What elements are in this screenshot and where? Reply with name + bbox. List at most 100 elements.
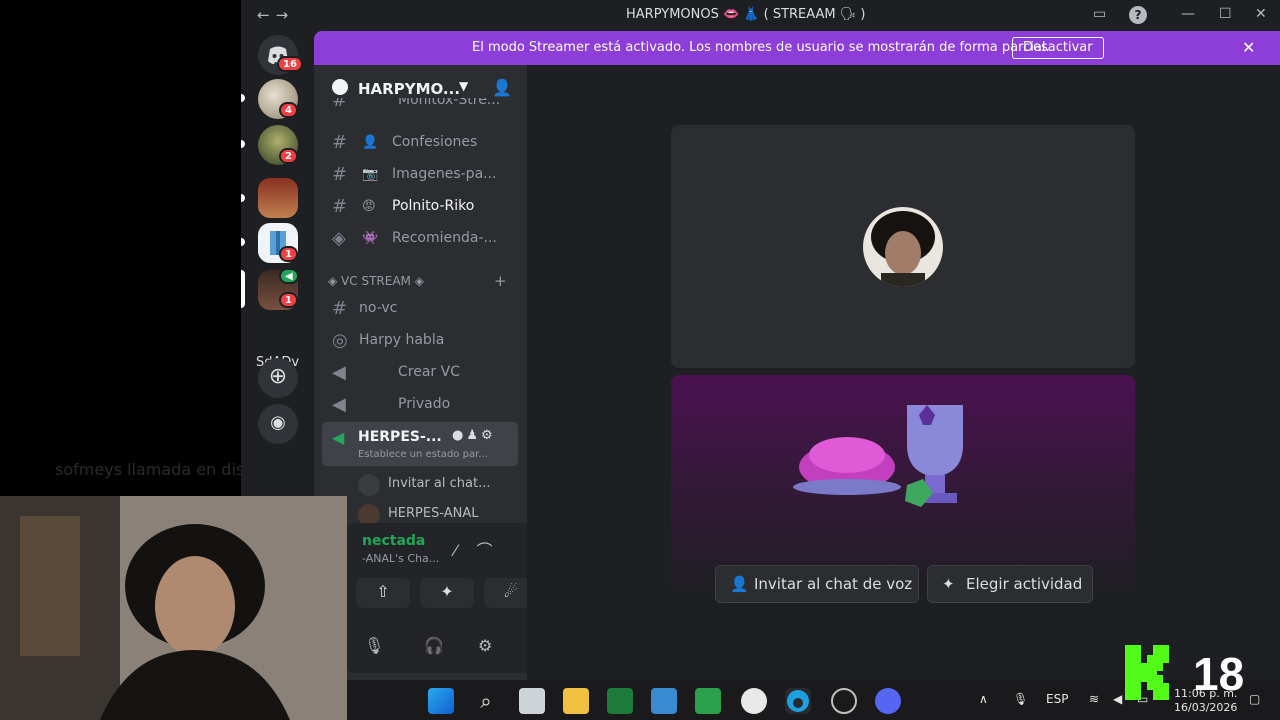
wifi-icon[interactable]: ≋ (1089, 692, 1099, 706)
choose-activity-button[interactable]: ✦ Elegir actividad (927, 565, 1093, 603)
disable-streamer-button[interactable]: Desactivar (1012, 37, 1104, 59)
discord-window: ←→ HARPYMONOS 👄 👗 ( STREAAM 🗣 ) ▭ ? — ☐ … (241, 0, 1280, 720)
server-icon-tribu[interactable] (258, 178, 298, 218)
channel-item[interactable]: ◀ Crear VC (322, 358, 518, 388)
channel-emoji: 👾 (362, 231, 379, 246)
unread-badge: 16 (277, 56, 303, 72)
voice-channel-name: -ANAL's Cha... (362, 552, 440, 565)
screen: sofmeys llamada en discord ←→ HARPYMONOS… (0, 0, 1280, 720)
activity-icon: ✦ (942, 575, 955, 593)
user-controls: 🎙 🎧 ⚙ (346, 628, 527, 672)
close-window-icon[interactable]: ✕ (1255, 6, 1267, 22)
channel-item[interactable]: # 📷 Imagenes-pa... (322, 160, 518, 190)
channel-emoji: 👤 (362, 135, 379, 150)
selected-pill (241, 270, 245, 308)
screen-share-button[interactable]: ⇧ (356, 578, 410, 608)
add-user-icon: 👤 (730, 575, 749, 593)
unread-pill (241, 140, 245, 148)
discord-taskbar-icon[interactable] (875, 688, 901, 714)
chevron-down-icon[interactable]: ▼ (459, 79, 468, 93)
hash-icon: # (332, 98, 348, 111)
channel-status: Establece un estado par... (358, 449, 488, 460)
inbox-icon[interactable]: ▭ (1093, 6, 1106, 22)
close-banner-icon[interactable]: ✕ (1242, 38, 1255, 57)
invite-voice-label: Invitar al chat de voz (754, 575, 913, 593)
channel-label: Crear VC (398, 364, 460, 380)
app-icon[interactable] (695, 688, 721, 714)
start-icon[interactable] (428, 688, 454, 714)
window-title: HARPYMONOS 👄 👗 ( STREAAM 🗣 ) (626, 7, 866, 22)
channel-item[interactable]: # no-vc (322, 294, 518, 324)
speaker-icon: ◀ (332, 394, 346, 415)
webcam-overlay (0, 496, 347, 720)
volume-icon[interactable]: ◀ (1113, 692, 1122, 706)
invite-icon (358, 474, 380, 496)
add-server-icon[interactable]: ⊕ (258, 358, 298, 398)
language-indicator[interactable]: ESP (1046, 692, 1068, 706)
app-icon[interactable] (607, 688, 633, 714)
invite-voice-button[interactable]: 👤 Invitar al chat de voz (715, 565, 919, 603)
channel-label: Polnito-Riko (392, 198, 475, 214)
search-icon[interactable]: ⌕ (473, 688, 499, 714)
channel-tools[interactable]: ●♟⚙ (452, 428, 496, 443)
unread-badge: 1 (279, 292, 298, 308)
choose-activity-label: Elegir actividad (966, 575, 1083, 593)
channel-label: Harpy habla (359, 332, 445, 348)
microphone-tray-icon[interactable]: 🎙 (1013, 692, 1028, 706)
settings-icon[interactable]: ⚙ (478, 636, 492, 655)
channel-label: Confesiones (392, 134, 478, 150)
app-icon[interactable] (831, 688, 857, 714)
channel-emoji: 📷 (362, 167, 379, 182)
channel-item[interactable]: ◎ Harpy habla (322, 326, 518, 356)
photos-icon[interactable] (651, 688, 677, 714)
hash-icon: # (332, 298, 348, 319)
unread-pill (241, 94, 245, 102)
unread-badge: 2 (279, 148, 298, 164)
voice-user-name: HERPES-ANAL (388, 506, 479, 521)
task-view-icon[interactable] (519, 688, 545, 714)
voice-controls[interactable]: ⁄⌒ (454, 537, 513, 561)
invite-people-icon[interactable]: 👤 (492, 78, 512, 97)
title-bar: ←→ HARPYMONOS 👄 👗 ( STREAAM 🗣 ) ▭ ? — ☐ … (241, 0, 1280, 30)
channel-label: HERPES-... (358, 429, 442, 445)
server-boost-icon (332, 79, 348, 95)
speaker-icon: ◀ (332, 428, 345, 447)
kick-k-icon (1125, 645, 1169, 700)
stage-icon: ◎ (332, 330, 348, 351)
help-icon[interactable]: ? (1129, 6, 1147, 24)
obs-icon[interactable] (741, 688, 767, 714)
file-explorer-icon[interactable] (563, 688, 589, 714)
nav-arrows[interactable]: ←→ (257, 6, 294, 24)
banner-message: El modo Streamer está activado. Los nomb… (472, 40, 1050, 55)
trophy-illustration (793, 405, 963, 507)
channel-label: Monitox-Stre... (398, 98, 501, 108)
headphones-icon[interactable]: 🎧 (424, 636, 444, 655)
speaker-icon: ◀ (332, 362, 346, 383)
channel-item-cut[interactable]: # Monitox-Stre... (322, 98, 518, 116)
user-tile[interactable] (671, 125, 1135, 368)
minimize-icon[interactable]: — (1181, 6, 1195, 22)
unread-pill (241, 238, 245, 246)
soundboard-button[interactable]: ☄ (484, 578, 527, 608)
hash-icon: # (332, 164, 348, 185)
webcam-image (0, 496, 347, 720)
channel-item[interactable]: ◈ 👾 Recomienda-... (322, 224, 518, 254)
channel-label: Imagenes-pa... (392, 166, 497, 182)
maximize-icon[interactable]: ☐ (1219, 6, 1232, 22)
unread-badge: 4 (279, 102, 298, 118)
discover-icon[interactable]: ◉ (258, 404, 298, 444)
category-header[interactable]: ◈ VC STREAM ◈ + (328, 272, 507, 290)
channel-item[interactable]: ◀ Privado (322, 390, 518, 420)
activity-button[interactable]: ✦ (420, 578, 474, 608)
chevron-up-icon[interactable]: ∧ (979, 692, 988, 706)
active-voice-channel[interactable]: ◀ HERPES-... Establece un estado par... … (322, 422, 518, 466)
microphone-icon[interactable]: 🎙 (364, 636, 384, 655)
channel-item[interactable]: # 👤 Confesiones (322, 128, 518, 158)
channel-item[interactable]: # 😡 Polnito-Riko (322, 192, 518, 222)
invite-row[interactable]: Invitar al chat... (358, 472, 518, 498)
category-label: ◈ VC STREAM ◈ (328, 274, 424, 288)
add-channel-icon[interactable]: + (494, 272, 507, 290)
channel-label: Recomienda-... (392, 230, 497, 246)
voice-connected-label: nectada (362, 533, 426, 549)
edge-icon[interactable] (785, 688, 811, 714)
